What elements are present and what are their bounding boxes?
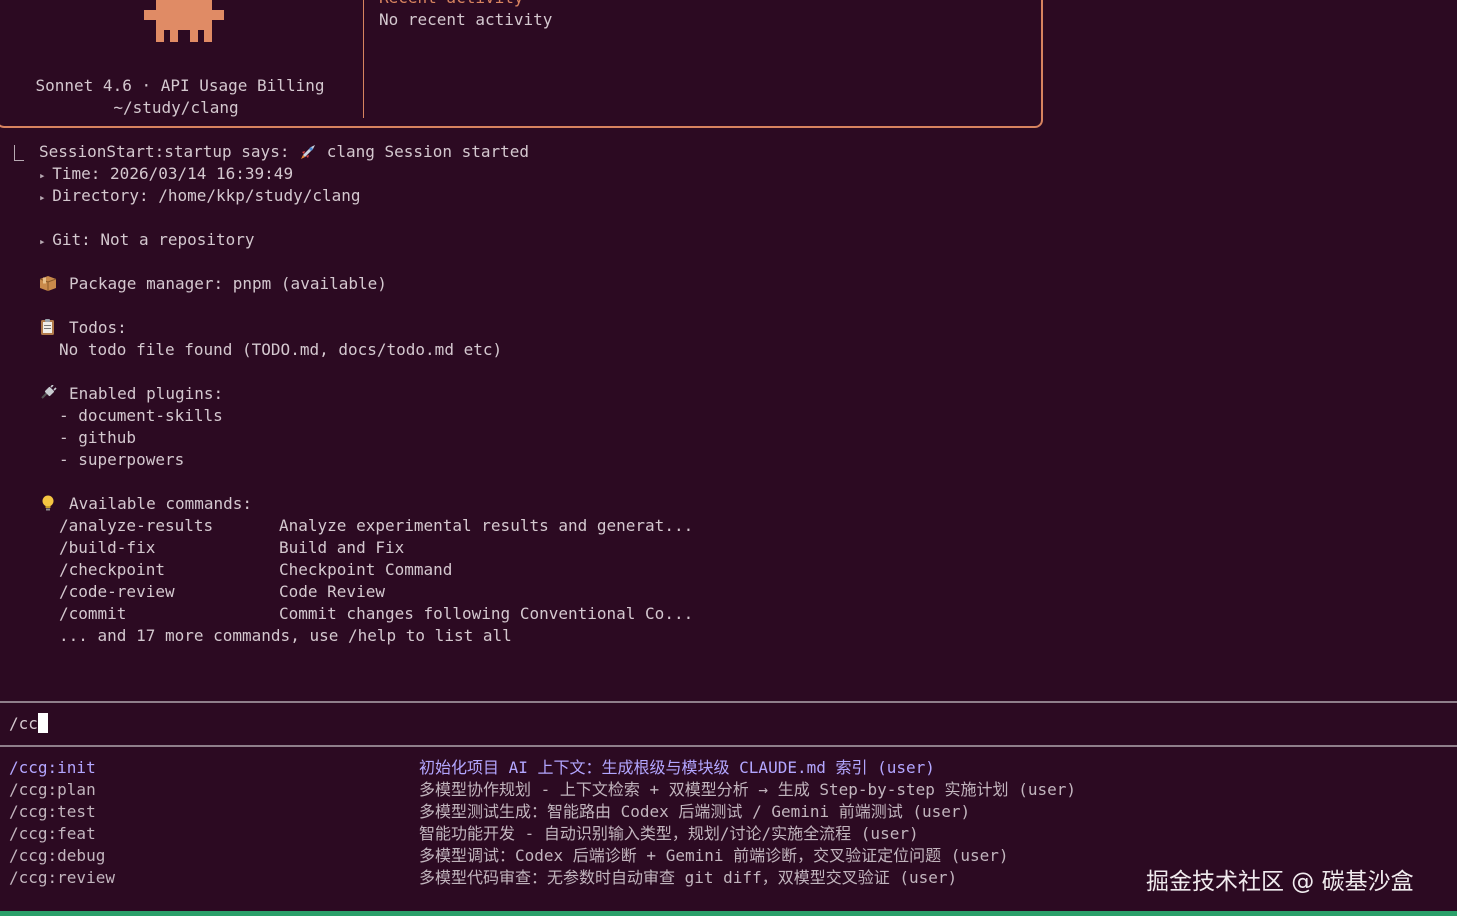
lightbulb-icon bbox=[42, 495, 54, 511]
mascot-icon bbox=[144, 0, 224, 42]
input-top-border bbox=[0, 701, 1457, 703]
command-desc: Commit changes following Conventional Co… bbox=[279, 604, 694, 623]
recent-activity-text: No recent activity bbox=[379, 10, 553, 29]
status-bar bbox=[0, 911, 1457, 916]
directory-line: ▸ Directory: /home/kkp/study/clang bbox=[39, 186, 361, 205]
bullet-icon: ▸ bbox=[39, 235, 53, 248]
command-name: /analyze-results bbox=[59, 516, 214, 535]
command-desc: Analyze experimental results and generat… bbox=[279, 516, 694, 535]
suggestion-desc[interactable]: 多模型测试生成：智能路由 Codex 后端测试 / Gemini 前端测试 (u… bbox=[419, 801, 970, 823]
prompt-input[interactable]: /cc bbox=[9, 713, 48, 735]
plugin-item: - github bbox=[59, 428, 137, 447]
package-icon bbox=[39, 276, 57, 291]
suggestion-desc[interactable]: 多模型协作规划 - 上下文检索 + 双模型分析 → 生成 Step-by-ste… bbox=[419, 779, 1076, 801]
model-info: Sonnet 4.6 · API Usage Billing bbox=[35, 76, 325, 95]
time-line: ▸ Time: 2026/03/14 16:39:49 bbox=[39, 164, 294, 183]
input-bottom-border bbox=[0, 745, 1457, 747]
command-desc: Code Review bbox=[279, 582, 385, 601]
tree-corner-icon bbox=[14, 145, 24, 161]
package-manager-line: Package manager: pnpm (available) bbox=[39, 273, 387, 295]
suggestion-ccg-test[interactable]: /ccg:test bbox=[9, 801, 96, 823]
command-desc: Checkpoint Command bbox=[279, 560, 453, 579]
suggestion-ccg-init[interactable]: /ccg:init bbox=[9, 757, 96, 779]
session-start-line: SessionStart:startup says: clang Session… bbox=[39, 142, 530, 161]
command-name: /build-fix bbox=[59, 538, 156, 557]
command-name: /commit bbox=[59, 604, 127, 623]
plugin-item: - document-skills bbox=[59, 406, 223, 425]
clipboard-icon bbox=[41, 319, 54, 335]
rocket-icon bbox=[301, 145, 316, 159]
bullet-icon: ▸ bbox=[39, 191, 53, 204]
prompt-value[interactable]: /cc bbox=[9, 714, 38, 733]
working-directory: ~/study/clang bbox=[113, 98, 239, 117]
text-cursor bbox=[37, 713, 48, 733]
command-name: /code-review bbox=[59, 582, 175, 601]
suggestion-ccg-plan[interactable]: /ccg:plan bbox=[9, 779, 96, 801]
plugin-item: - superpowers bbox=[59, 450, 185, 469]
suggestion-ccg-feat[interactable]: /ccg:feat bbox=[9, 823, 96, 845]
git-line: ▸ Git: Not a repository bbox=[39, 230, 255, 249]
suggestion-ccg-debug[interactable]: /ccg:debug bbox=[9, 845, 105, 867]
commands-line: Available commands: bbox=[39, 493, 252, 515]
suggestion-desc[interactable]: 初始化项目 AI 上下文：生成根级与模块级 CLAUDE.md 索引 (user… bbox=[419, 757, 935, 779]
suggestion-desc[interactable]: 多模型调试：Codex 后端诊断 + Gemini 前端诊断，交叉验证定位问题 … bbox=[419, 845, 1009, 867]
plug-icon bbox=[41, 385, 57, 399]
recent-activity-title: Recent activity bbox=[379, 0, 524, 9]
plugins-line: Enabled plugins: bbox=[39, 383, 223, 405]
watermark: 掘金技术社区 @ 碳基沙盒 bbox=[1146, 869, 1414, 895]
bullet-icon: ▸ bbox=[39, 169, 53, 182]
command-desc: Build and Fix bbox=[279, 538, 405, 557]
command-name: /checkpoint bbox=[59, 560, 165, 579]
panel-divider bbox=[363, 0, 364, 118]
suggestion-desc[interactable]: 智能功能开发 - 自动识别输入类型，规划/讨论/实施全流程 (user) bbox=[419, 823, 919, 845]
todos-text: No todo file found (TODO.md, docs/todo.m… bbox=[59, 340, 503, 359]
suggestion-ccg-review[interactable]: /ccg:review bbox=[9, 867, 115, 889]
more-commands-text: ... and 17 more commands, use /help to l… bbox=[59, 626, 512, 645]
todos-line: Todos: bbox=[39, 317, 127, 339]
suggestion-desc[interactable]: 多模型代码审查：无参数时自动审查 git diff，双模型交叉验证 (user) bbox=[419, 867, 957, 889]
